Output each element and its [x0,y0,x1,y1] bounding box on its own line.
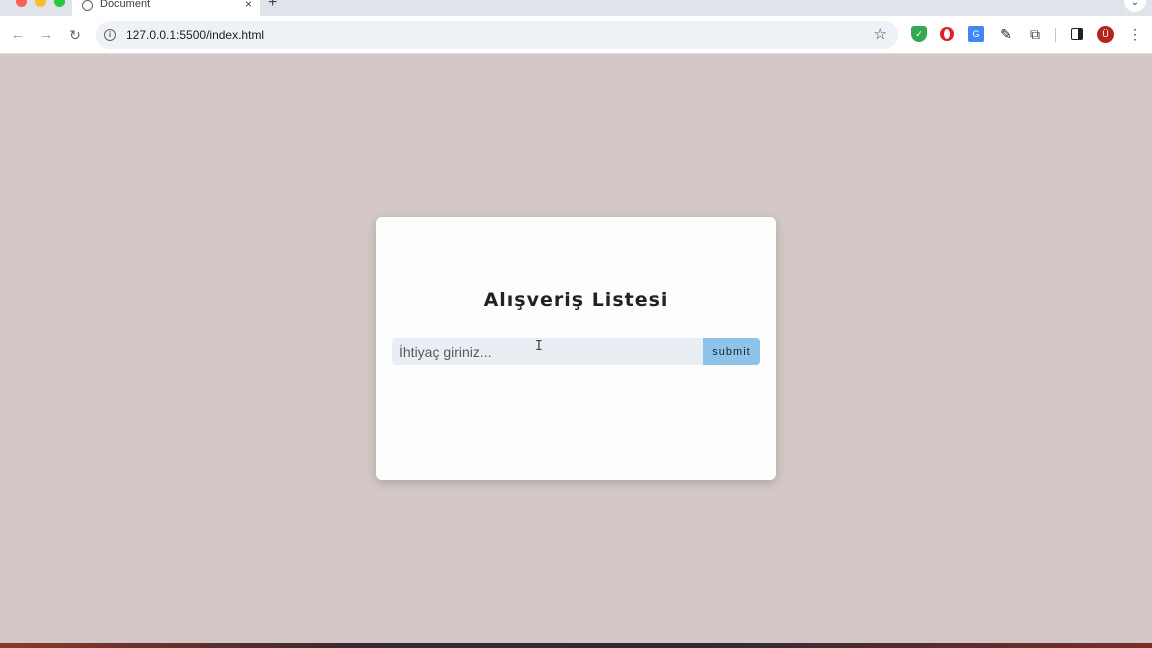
shield-extension-icon[interactable]: ✓ [911,26,927,42]
maximize-window-button[interactable] [54,0,65,7]
site-info-icon[interactable]: i [104,29,116,41]
tab-title: Document [100,0,151,10]
need-input[interactable] [392,338,704,365]
minimize-window-button[interactable] [35,0,46,7]
translate-extension-icon[interactable]: G [968,26,984,42]
side-panel-icon[interactable] [1071,28,1083,40]
text-cursor-icon: I [535,339,543,354]
desktop-dock-strip [0,643,1152,648]
address-bar[interactable]: i 127.0.0.1:5500/index.html ☆ [96,21,898,49]
url-text[interactable]: 127.0.0.1:5500/index.html [126,28,264,42]
submit-button[interactable]: submit [703,338,760,365]
globe-icon [82,0,93,11]
opera-extension-icon[interactable] [940,27,954,41]
browser-tab[interactable]: Document × [72,0,260,16]
forward-button[interactable]: → [35,24,57,46]
color-picker-extension-icon[interactable]: ✎ [998,26,1014,42]
back-button[interactable]: ← [7,24,29,46]
extensions-puzzle-icon[interactable]: ⧉ [1027,26,1043,42]
new-tab-button[interactable]: + [268,0,277,12]
toolbar-divider [1055,28,1056,42]
tab-strip: Document × + ⌄ [0,0,1152,16]
bookmark-star-icon[interactable]: ☆ [874,25,887,43]
close-window-button[interactable] [16,0,27,7]
browser-toolbar: ← → ↻ i 127.0.0.1:5500/index.html ☆ ✓ G … [0,16,1152,54]
shopping-list-card: Alışveriş Listesi submit I [376,217,776,480]
tab-search-icon[interactable]: ⌄ [1124,0,1146,12]
page-title: Alışveriş Listesi [483,289,669,311]
reload-button[interactable]: ↻ [64,24,86,46]
tab-close-icon[interactable]: × [245,0,252,11]
browser-menu-icon[interactable]: ⋮ [1128,26,1142,43]
profile-avatar[interactable]: Ü [1097,26,1114,43]
